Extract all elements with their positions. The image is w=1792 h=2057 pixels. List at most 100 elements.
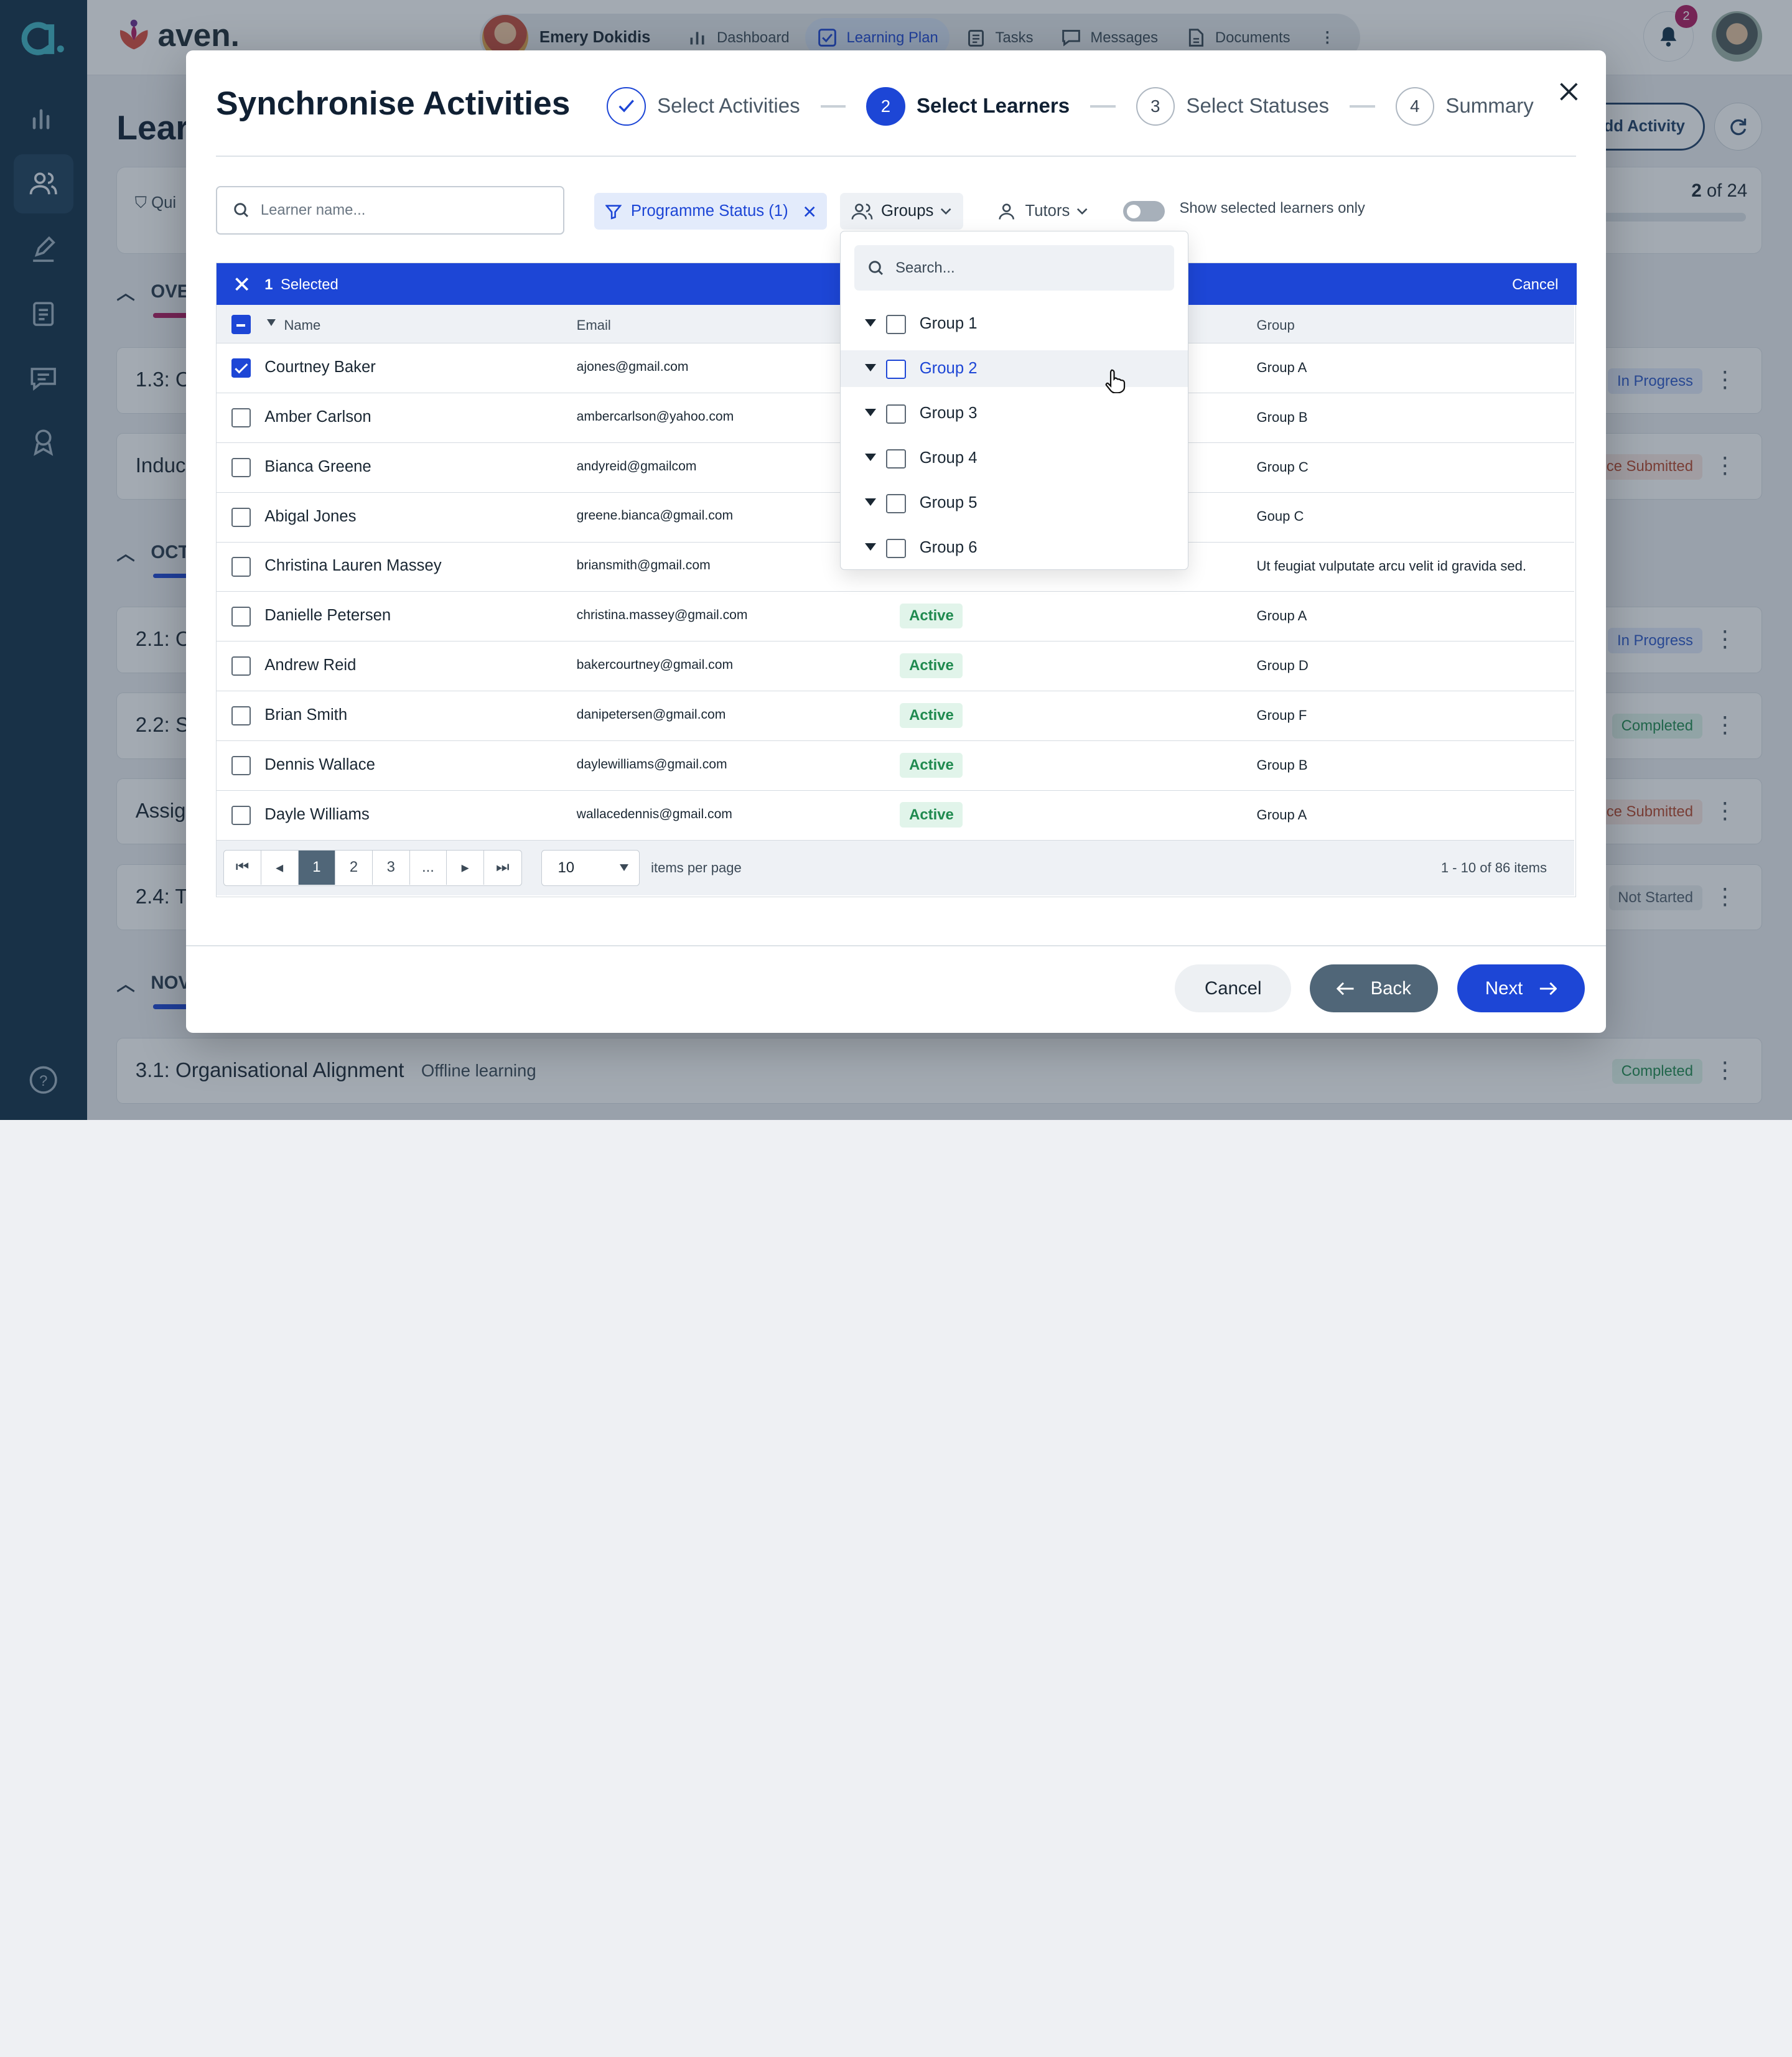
group-checkbox[interactable] [886,404,906,424]
divider [216,155,1576,157]
column-group[interactable]: Group [1257,317,1295,334]
row-checkbox[interactable] [231,408,251,427]
sort-down-icon[interactable] [266,319,276,327]
check-icon [607,86,646,126]
filter-chip-label: Programme Status (1) [630,202,788,220]
page-size-select[interactable]: 10 [541,849,640,887]
row-checkbox[interactable] [231,457,251,477]
selection-cancel-button[interactable]: Cancel [1512,276,1558,294]
user-icon [999,203,1015,220]
learner-name: Christina Lauren Massey [264,557,442,575]
group-checkbox[interactable] [886,539,906,559]
step-select-learners[interactable]: 2 Select Learners [866,86,1070,126]
learner-name: Brian Smith [264,706,348,724]
row-checkbox[interactable] [231,805,251,826]
expand-caret-icon[interactable] [864,543,876,551]
page-ellipsis[interactable]: ... [410,850,447,885]
page-button[interactable]: 3 [373,850,410,885]
expand-caret-icon[interactable] [864,364,876,371]
cancel-button[interactable]: Cancel [1175,964,1292,1013]
selected-only-toggle[interactable] [1123,201,1165,222]
expand-caret-icon[interactable] [864,454,876,461]
page-button[interactable]: 1 [298,850,336,885]
group-checkbox[interactable] [886,494,906,514]
group-checkbox[interactable] [886,360,906,380]
learner-email: briansmith@gmail.com [576,558,711,573]
hand-cursor-icon [1105,369,1126,393]
close-icon[interactable] [1553,75,1585,107]
column-email[interactable]: Email [577,317,611,334]
expand-caret-icon[interactable] [864,498,876,506]
learner-group: Group D [1256,658,1309,674]
prev-page-icon[interactable]: ◂ [261,850,299,885]
row-checkbox[interactable] [231,706,251,726]
next-label: Next [1485,977,1523,999]
remove-filter-icon[interactable] [804,206,815,217]
step-summary[interactable]: 4 Summary [1395,86,1534,126]
row-checkbox[interactable] [231,656,251,676]
table-row[interactable]: Dennis Wallace daylewilliams@gmail.com Act… [217,741,1575,791]
row-checkbox[interactable] [231,557,251,577]
per-page-label: items per page [651,860,742,876]
group-label: Group 1 [919,315,978,333]
page-controls: ⏮ ◂ 1 2 3 ... ▸ ⏭ [223,849,522,887]
group-option[interactable]: Group 2 [840,350,1188,388]
group-checkbox[interactable] [886,315,906,335]
expand-caret-icon[interactable] [864,319,876,327]
learner-email: ajones@gmail.com [576,359,689,374]
clear-selection-icon[interactable] [233,275,251,293]
chevron-down-icon [941,208,951,215]
row-checkbox[interactable] [231,358,251,378]
step-label: Select Statuses [1186,94,1330,118]
groups-dropdown: Group 1 Group 2 Group 3 Group 4 Group 5 Group… [839,231,1189,571]
step-separator [1350,105,1375,108]
table-row[interactable]: Danielle Petersen christina.massey@gmail.… [217,592,1575,642]
group-label: Group 4 [919,449,978,467]
page-button[interactable]: 2 [335,850,373,885]
pagination: ⏮ ◂ 1 2 3 ... ▸ ⏭ 10 items per page 1 - … [217,840,1575,896]
arrow-left-icon [1336,982,1354,995]
group-label: Group 2 [919,360,978,378]
learner-email: andyreid@gmailcom [576,459,697,473]
table-row[interactable]: Dayle Williams wallacedennis@gmail.com Act… [217,791,1575,841]
back-button[interactable]: Back [1309,964,1438,1013]
groups-search-input[interactable] [895,259,1147,277]
groups-search[interactable] [854,245,1175,291]
table-row[interactable]: Brian Smith danipetersen@gmail.com Active G… [217,691,1575,742]
group-option[interactable]: Group 3 [841,395,1188,432]
group-option[interactable]: Group 1 [841,306,1188,342]
learner-group: Group C [1256,459,1309,475]
status-badge: Active [900,802,963,828]
users-icon [851,203,873,220]
column-name[interactable]: Name [284,317,320,334]
programme-status-filter[interactable]: Programme Status (1) [594,193,828,230]
learner-email: bakercourtney@gmail.com [576,658,734,673]
row-checkbox[interactable] [231,507,251,527]
status-badge: Active [900,653,963,679]
group-option[interactable]: Group 6 [841,529,1188,566]
first-page-icon[interactable]: ⏮ [224,850,261,885]
step-select-activities[interactable]: Select Activities [607,86,800,126]
group-label: Group 5 [919,494,978,512]
learner-group: Group F [1256,707,1307,723]
select-all-checkbox[interactable] [231,315,251,335]
learner-search[interactable] [216,186,565,235]
group-option[interactable]: Group 4 [841,440,1188,477]
table-row[interactable]: Andrew Reid bakercourtney@gmail.com Active… [217,641,1575,692]
groups-dropdown-button[interactable]: Groups [839,193,964,230]
group-option[interactable]: Group 5 [841,485,1188,521]
selected-only-label: Show selected learners only [1179,200,1365,217]
group-checkbox[interactable] [886,449,906,469]
expand-caret-icon[interactable] [864,409,876,416]
row-checkbox[interactable] [231,756,251,776]
next-button[interactable]: Next [1457,964,1585,1013]
tutors-dropdown-button[interactable]: Tutors [986,193,1099,230]
learner-name: Bianca Greene [264,457,371,475]
step-select-statuses[interactable]: 3 Select Statuses [1136,86,1330,126]
learner-search-input[interactable] [260,201,535,219]
next-page-icon[interactable]: ▸ [447,850,484,885]
last-page-icon[interactable]: ⏭ [484,851,521,885]
step-separator [820,105,846,108]
row-checkbox[interactable] [231,607,251,627]
learner-name: Abigal Jones [264,507,357,525]
